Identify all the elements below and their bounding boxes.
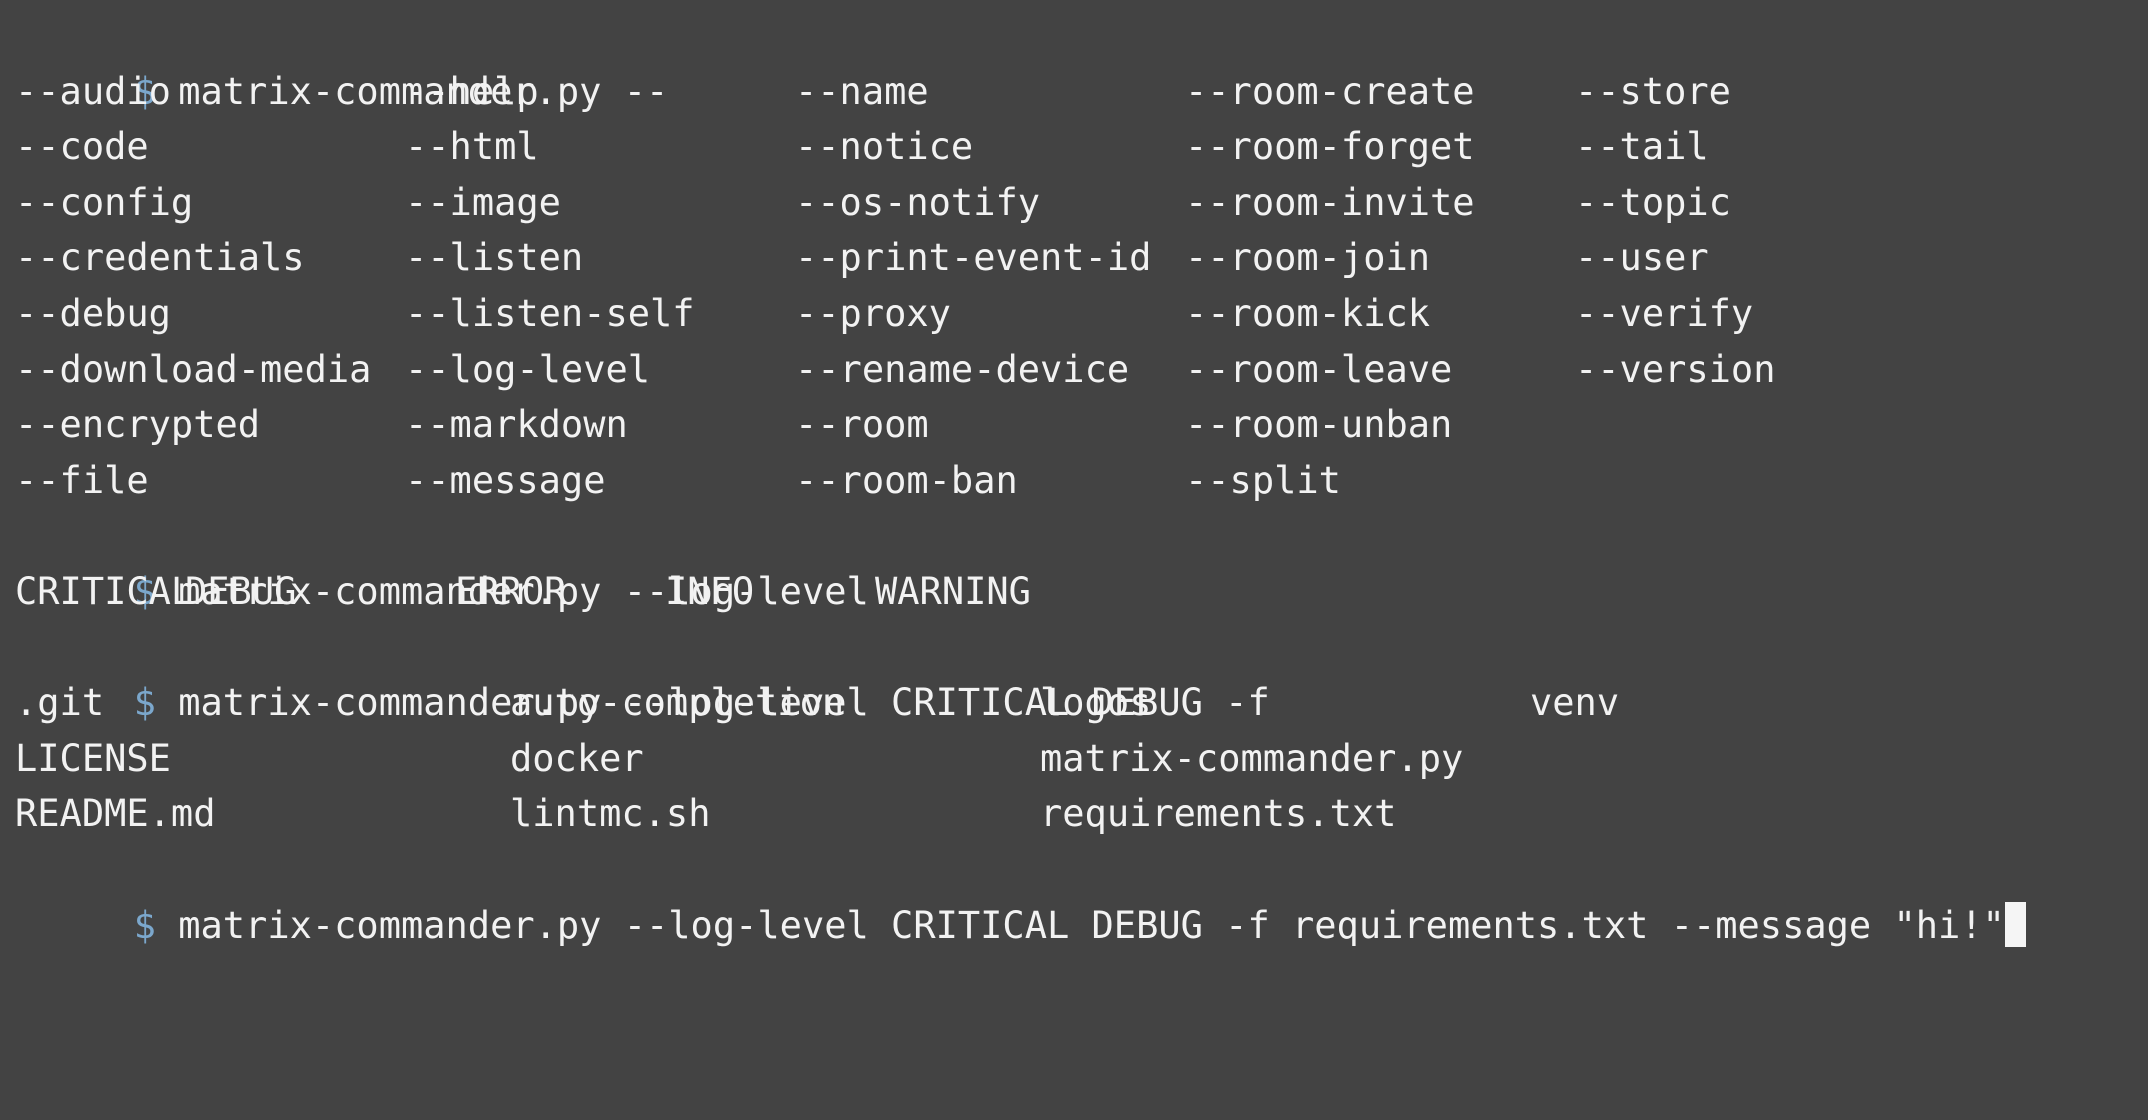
file-entry[interactable]: LICENSE [15,731,171,787]
completion-option[interactable]: --encrypted [15,397,260,453]
completion-option[interactable]: --room-unban [1185,397,1452,453]
completion-option[interactable]: --room-forget [1185,119,1475,175]
completion-option[interactable]: --audio [15,64,171,120]
completion-option[interactable]: --room-create [1185,64,1475,120]
completion-row: --credentials --listen --print-event-id … [0,230,2148,286]
completion-option[interactable]: --listen-self [405,286,695,342]
completion-option[interactable]: --notice [795,119,973,175]
completion-option[interactable]: --file [15,453,149,509]
completion-option[interactable]: --user [1575,230,1709,286]
completion-option[interactable]: --tail [1575,119,1709,175]
log-level-values-row: CRITICAL DEBUG ERROR INFO WARNING [0,564,2148,620]
file-listing-row: README.md lintmc.sh requirements.txt [0,786,2148,842]
terminal-screen: $ matrix-commander.py -- --audio --help … [0,8,2148,947]
completion-option[interactable]: --name [795,64,929,120]
file-entry[interactable]: .git [15,675,104,731]
file-entry[interactable]: logos [1040,675,1151,731]
completion-option[interactable]: --download-media [15,342,371,398]
log-level-value[interactable]: DEBUG [185,564,296,620]
completion-option[interactable]: --config [15,175,193,231]
file-entry[interactable]: docker [510,731,644,787]
completion-row: --debug --listen-self --proxy --room-kic… [0,286,2148,342]
completion-option[interactable]: --os-notify [795,175,1040,231]
log-level-value[interactable]: CRITICAL [15,564,193,620]
command-line-3[interactable]: $ matrix-commander.py --log-level CRITIC… [0,620,2148,724]
completion-option[interactable]: --room-kick [1185,286,1430,342]
file-entry[interactable]: venv [1530,675,1619,731]
completion-option[interactable]: --room-invite [1185,175,1475,231]
completion-option[interactable]: --room [795,397,929,453]
completion-option[interactable]: --store [1575,64,1731,120]
command-line-4[interactable]: $ matrix-commander.py --log-level CRITIC… [0,842,2148,947]
completion-option[interactable]: --verify [1575,286,1753,342]
completion-option[interactable]: --log-level [405,342,650,398]
file-listing-row: LICENSE docker matrix-commander.py [0,731,2148,787]
completion-option[interactable]: --html [405,119,539,175]
log-level-value[interactable]: WARNING [875,564,1031,620]
completion-option[interactable]: --listen [405,230,583,286]
completion-row: --config --image --os-notify --room-invi… [0,175,2148,231]
file-entry[interactable]: matrix-commander.py [1040,731,1463,787]
completion-option[interactable]: --image [405,175,561,231]
command-text: matrix-commander.py --log-level CRITICAL… [155,903,2005,947]
completion-row: --audio --help --name --room-create --st… [0,64,2148,120]
completion-option[interactable]: --print-event-id [795,230,1151,286]
completion-option[interactable]: --rename-device [795,342,1129,398]
terminal-window[interactable]: $ matrix-commander.py -- --audio --help … [0,0,2148,974]
completion-option[interactable]: --message [405,453,605,509]
log-level-value[interactable]: ERROR [455,564,566,620]
completion-option[interactable]: --markdown [405,397,628,453]
command-line-2[interactable]: $ matrix-commander.py --log-level [0,508,2148,613]
completion-option[interactable]: --debug [15,286,171,342]
file-listing-row: .git auto-completion logos venv [0,675,2148,731]
completion-option[interactable]: --version [1575,342,1775,398]
completion-option[interactable]: --help [405,64,539,120]
completion-option[interactable]: --proxy [795,286,951,342]
command-line-1[interactable]: $ matrix-commander.py -- [0,8,2148,113]
completion-option[interactable]: --split [1185,453,1341,509]
completion-option[interactable]: --room-join [1185,230,1430,286]
completion-row: --code --html --notice --room-forget --t… [0,119,2148,175]
prompt-sigil: $ [133,903,156,947]
completion-option[interactable]: --topic [1575,175,1731,231]
completion-row: --file --message --room-ban --split [0,453,2148,509]
file-entry[interactable]: auto-completion [510,675,844,731]
completion-row: --encrypted --markdown --room --room-unb… [0,397,2148,453]
completion-option[interactable]: --room-leave [1185,342,1452,398]
log-level-value[interactable]: INFO [665,564,754,620]
file-entry[interactable]: README.md [15,786,215,842]
completion-option[interactable]: --room-ban [795,453,1018,509]
file-entry[interactable]: requirements.txt [1040,786,1396,842]
completion-option[interactable]: --credentials [15,230,305,286]
completion-row: --download-media --log-level --rename-de… [0,342,2148,398]
completion-option[interactable]: --code [15,119,149,175]
file-entry[interactable]: lintmc.sh [510,786,710,842]
text-cursor [2004,901,2026,947]
